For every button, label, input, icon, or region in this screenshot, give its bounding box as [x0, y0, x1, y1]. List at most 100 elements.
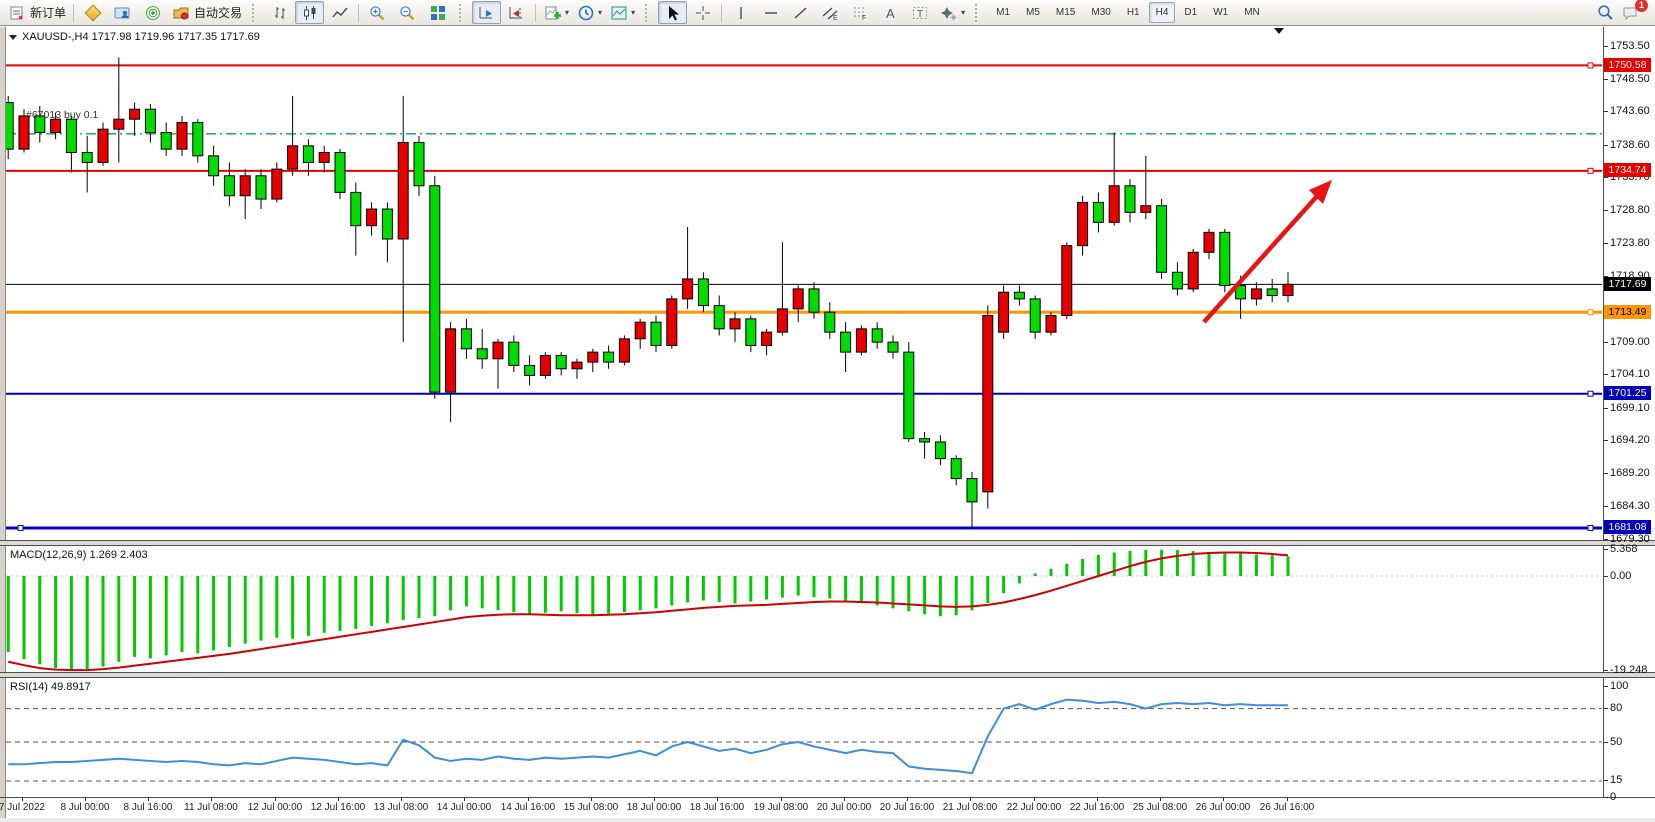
candle-up [777, 309, 787, 332]
candle-down [809, 289, 819, 312]
time-axis-tick [148, 797, 149, 801]
dropdown-caret-icon[interactable]: ▾ [565, 8, 569, 17]
macd-signal-line [8, 552, 1288, 670]
line-handle[interactable] [18, 525, 23, 530]
rsi-axis-label: 15 [1610, 774, 1655, 786]
autotrading-button[interactable]: 自动交易 [168, 1, 245, 24]
tf-button-W1[interactable]: W1 [1206, 2, 1235, 23]
candle-down [888, 342, 898, 352]
rsi-pane[interactable] [6, 678, 1603, 797]
fibonacci-button[interactable]: F [846, 1, 875, 24]
price-axis-tick [1604, 79, 1608, 80]
candle-down [145, 109, 155, 132]
time-axis-tick [1223, 797, 1224, 801]
trendline-icon [791, 4, 811, 22]
tf-button-M15[interactable]: M15 [1049, 2, 1082, 23]
candle-down [967, 479, 977, 502]
trendline-button[interactable] [786, 1, 815, 24]
signals-button[interactable] [138, 1, 167, 24]
new-order-button[interactable]: 新订单 [4, 1, 69, 24]
candlestick-chart-button[interactable] [295, 1, 324, 24]
equidistant-channel-button[interactable]: E [816, 1, 845, 24]
window-bottom-border [0, 818, 1655, 822]
tf-button-M1[interactable]: M1 [989, 2, 1017, 23]
text-label-button[interactable]: T [906, 1, 935, 24]
line-handle[interactable] [1588, 310, 1593, 315]
candle-up [793, 289, 803, 309]
line-chart-button[interactable] [325, 1, 354, 24]
candle-down [698, 279, 708, 306]
candle-down [1030, 299, 1040, 332]
candle-up [1046, 316, 1056, 333]
market-profile-button[interactable] [108, 1, 137, 24]
templates-button[interactable]: ▾ [606, 1, 638, 24]
toolbar-grip[interactable] [252, 4, 260, 22]
candle-up [177, 123, 187, 150]
price-axis-label: 1684.30 [1610, 500, 1655, 512]
zoom-in-button[interactable] [363, 1, 392, 24]
cursor-button[interactable] [658, 1, 687, 24]
toolbar-grip[interactable] [459, 4, 467, 22]
candle-up [130, 109, 140, 119]
tf-button-MN[interactable]: MN [1237, 2, 1267, 23]
toolbar-grip[interactable] [645, 4, 653, 22]
candle-down [714, 306, 724, 329]
macd-pane[interactable] [6, 546, 1603, 672]
candle-up [1109, 186, 1119, 223]
text-button[interactable]: A [876, 1, 905, 24]
dropdown-caret-icon[interactable]: ▾ [598, 8, 602, 17]
dropdown-caret-icon[interactable]: ▾ [961, 8, 965, 17]
metaeditor-button[interactable] [78, 1, 107, 24]
separator [721, 4, 722, 22]
horizontal-line-button[interactable] [756, 1, 785, 24]
candle-up [493, 342, 503, 359]
candle-down [351, 192, 361, 225]
crosshair-button[interactable] [688, 1, 717, 24]
candle-up [1141, 206, 1151, 213]
notification-badge[interactable]: 1 [1635, 0, 1648, 12]
search-icon[interactable] [1595, 4, 1615, 22]
tf-button-M5[interactable]: M5 [1019, 2, 1047, 23]
candle-up [98, 129, 108, 162]
line-handle[interactable] [1588, 391, 1593, 396]
price-axis-label: 1694.20 [1610, 434, 1655, 446]
tile-windows-button[interactable] [423, 1, 452, 24]
price-level-badge: 1717.69 [1604, 277, 1651, 291]
tile-windows-icon [428, 4, 448, 22]
templates-icon [609, 4, 629, 22]
time-axis-tick [275, 797, 276, 801]
line-handle[interactable] [1588, 525, 1593, 530]
bar-chart-button[interactable] [265, 1, 294, 24]
time-axis-tick [1160, 797, 1161, 801]
svg-text:F: F [862, 15, 866, 21]
chart-shift-button[interactable] [502, 1, 531, 24]
chat-icon[interactable]: 1 [1621, 4, 1641, 22]
tf-button-M30[interactable]: M30 [1084, 2, 1117, 23]
dropdown-caret-icon[interactable]: ▾ [631, 8, 635, 17]
candle-down [430, 186, 440, 392]
candle-down [1093, 202, 1103, 222]
indicators-button[interactable]: ▾ [540, 1, 572, 24]
candle-up [1062, 246, 1072, 316]
time-axis-tick [970, 797, 971, 801]
shapes-button[interactable]: ▾ [936, 1, 968, 24]
price-pane[interactable]: #67013 buy 0.1 [6, 28, 1603, 541]
periods-button[interactable]: ▾ [573, 1, 605, 24]
line-handle[interactable] [1588, 168, 1593, 173]
price-axis-label: 1753.50 [1610, 40, 1655, 52]
price-level-badge: 1681.08 [1604, 520, 1651, 534]
tf-button-D1[interactable]: D1 [1177, 2, 1204, 23]
auto-scroll-button[interactable] [472, 1, 501, 24]
price-axis-label: 1748.50 [1610, 73, 1655, 85]
vertical-line-button[interactable] [726, 1, 755, 24]
candle-up [1283, 284, 1293, 295]
tf-button-H4[interactable]: H4 [1149, 2, 1176, 23]
line-handle[interactable] [1588, 63, 1593, 68]
zoom-out-button[interactable] [393, 1, 422, 24]
candle-up [572, 362, 582, 369]
price-axis-label: 1723.80 [1610, 237, 1655, 249]
price-axis-tick [1604, 374, 1608, 375]
price-level-badge: 1701.25 [1604, 386, 1651, 400]
tf-button-H1[interactable]: H1 [1120, 2, 1147, 23]
toolbar-grip[interactable] [975, 4, 983, 22]
